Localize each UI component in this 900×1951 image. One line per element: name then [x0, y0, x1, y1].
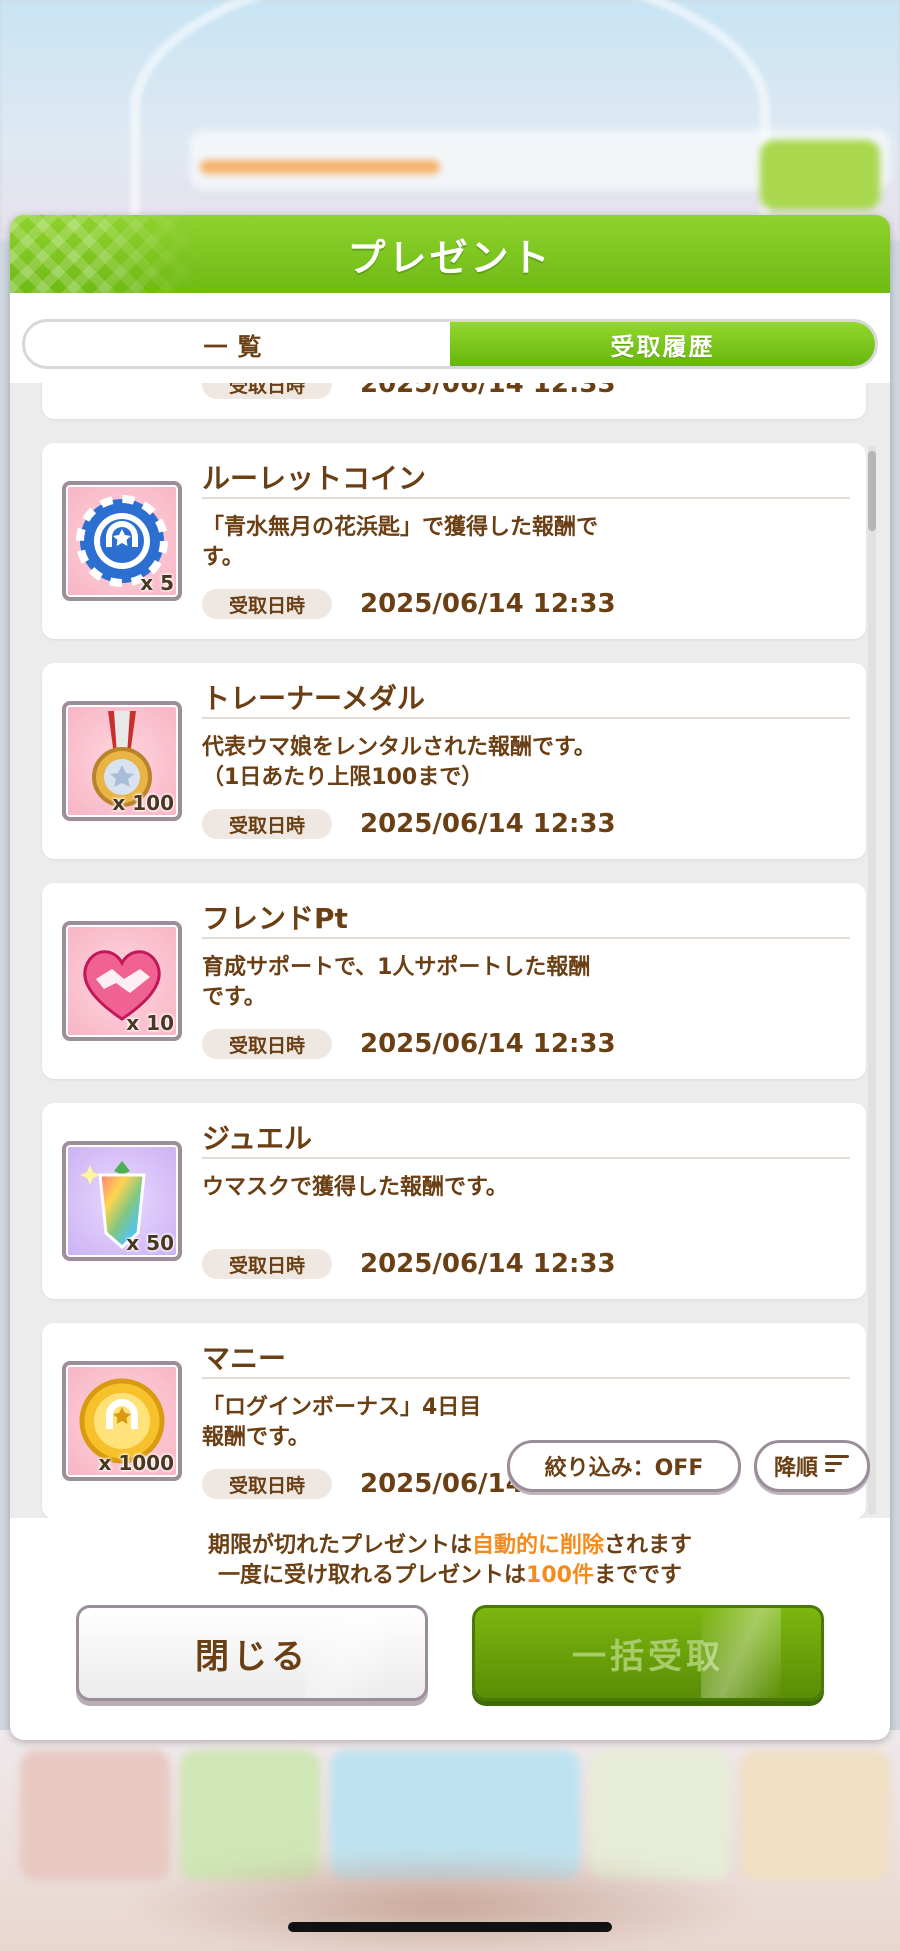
history-list[interactable]: x 5 す。 受取日時 2025/06/14 12:33 — [10, 383, 890, 1518]
item-name: トレーナーメダル — [202, 682, 425, 715]
item-icon-frame: x 10 — [62, 921, 182, 1041]
received-label: 受取日時 — [202, 1249, 332, 1279]
background-bottom — [0, 1730, 900, 1951]
item-name: ルーレットコイン — [202, 462, 427, 495]
tab-history[interactable]: 受取履歴 — [450, 322, 875, 366]
item-icon-frame: x 5 — [62, 481, 182, 601]
tab-bar: 一覧 受取履歴 — [22, 319, 878, 369]
list-item: x 10 フレンドPt 育成サポートで、1人サポートした報酬 です。 受取日時 … — [42, 883, 866, 1079]
item-quantity: x 50 — [126, 1231, 174, 1255]
button-sheen — [305, 1608, 385, 1698]
received-row: 受取日時 2025/06/14 12:33 — [202, 1249, 616, 1279]
notice-text-part: までです — [593, 1563, 682, 1588]
item-name: マニー — [202, 1342, 287, 1375]
received-date: 2025/06/14 12:33 — [360, 809, 616, 839]
list-item: x 5 ルーレットコイン 「青水無月の花浜匙」で獲得した報酬で す。 受取日時 … — [42, 443, 866, 639]
sort-order-label: 降順 — [773, 1456, 818, 1481]
item-description: 代表ウマ娘をレンタルされた報酬です。 （1日あたり上限100まで） — [202, 735, 596, 790]
dialog-title: プレゼント — [347, 235, 553, 280]
tab-list[interactable]: 一覧 — [25, 322, 450, 366]
sort-lines-icon — [824, 1453, 850, 1479]
divider — [202, 717, 850, 719]
notice-line-2: 一度に受け取れるプレゼントは100件までです — [10, 1561, 890, 1591]
present-dialog: プレゼント 一覧 受取履歴 x 5 す。 受取日時 2025/0 — [10, 215, 890, 1740]
background-hud-bar — [200, 160, 440, 174]
dialog-header: プレゼント — [10, 215, 890, 293]
filter-button[interactable]: 絞り込み：OFF — [507, 1440, 741, 1492]
item-icon-frame: x 100 — [62, 701, 182, 821]
notice-text: 期限が切れたプレゼントは自動的に削除されます 一度に受け取れるプレゼントは100… — [10, 1531, 890, 1591]
item-description: 「青水無月の花浜匙」で獲得した報酬で す。 — [202, 515, 599, 570]
received-label: 受取日時 — [202, 1469, 332, 1499]
header-pattern — [10, 215, 200, 293]
item-quantity: x 1000 — [98, 1451, 174, 1475]
received-date: 2025/06/14 12:33 — [360, 1249, 616, 1279]
divider — [202, 1377, 850, 1379]
home-indicator[interactable] — [288, 1922, 612, 1932]
list-item: x 1000 マニー 「ログインボーナス」4日目 報酬です。 受取日時 2025… — [42, 1323, 866, 1518]
received-label: 受取日時 — [202, 1029, 332, 1059]
receive-all-button[interactable]: 一括受取 — [472, 1605, 824, 1701]
close-button[interactable]: 閉じる — [76, 1605, 428, 1701]
button-sheen — [701, 1608, 781, 1698]
received-date: 2025/06/14 12:33 — [360, 383, 616, 399]
item-icon-frame: x 1000 — [62, 1361, 182, 1481]
background-tile — [740, 1750, 890, 1880]
background-hud-button — [760, 140, 880, 210]
received-row: 受取日時 2025/06/14 12:33 — [202, 809, 616, 839]
received-label: 受取日時 — [202, 589, 332, 619]
divider — [202, 937, 850, 939]
close-button-label: 閉じる — [195, 1636, 309, 1677]
background-figures — [120, 1850, 760, 1951]
item-name: フレンドPt — [202, 902, 348, 935]
item-name: ジュエル — [202, 1122, 313, 1155]
list-item: x 50 ジュエル ウマスクで獲得した報酬です。 受取日時 2025/06/14… — [42, 1103, 866, 1299]
item-quantity: x 5 — [140, 571, 174, 595]
received-row: 受取日時 2025/06/14 12:33 — [202, 589, 616, 619]
received-date: 2025/06/14 12:33 — [360, 1029, 616, 1059]
sort-order-button[interactable]: 降順 — [754, 1440, 870, 1492]
item-description: ウマスクで獲得した報酬です。 — [202, 1175, 508, 1200]
notice-line-1: 期限が切れたプレゼントは自動的に削除されます — [10, 1531, 890, 1561]
received-row: 受取日時 2025/06/14 12:33 — [202, 383, 616, 399]
notice-highlight: 自動的に削除 — [471, 1533, 604, 1558]
notice-text-part: 一度に受け取れるプレゼントは — [218, 1563, 527, 1588]
item-description: 育成サポートで、1人サポートした報酬 です。 — [202, 955, 591, 1010]
item-icon-frame: x 50 — [62, 1141, 182, 1261]
list-item: x 100 トレーナーメダル 代表ウマ娘をレンタルされた報酬です。 （1日あたり… — [42, 663, 866, 859]
notice-text-part: 期限が切れたプレゼントは — [207, 1533, 472, 1558]
divider — [202, 497, 850, 499]
received-label: 受取日時 — [202, 383, 332, 399]
background-top — [0, 0, 900, 260]
notice-highlight: 100件 — [526, 1563, 594, 1588]
item-quantity: x 10 — [126, 1011, 174, 1035]
scrollbar-thumb[interactable] — [868, 451, 876, 531]
received-date: 2025/06/14 12:33 — [360, 589, 616, 619]
divider — [202, 1157, 850, 1159]
received-row: 受取日時 2025/06/14 12:33 — [202, 1029, 616, 1059]
list-item: x 5 す。 受取日時 2025/06/14 12:33 — [42, 383, 866, 419]
scrollbar-track[interactable] — [868, 445, 876, 1515]
notice-text-part: されます — [604, 1533, 693, 1558]
item-quantity: x 100 — [112, 791, 174, 815]
received-label: 受取日時 — [202, 809, 332, 839]
